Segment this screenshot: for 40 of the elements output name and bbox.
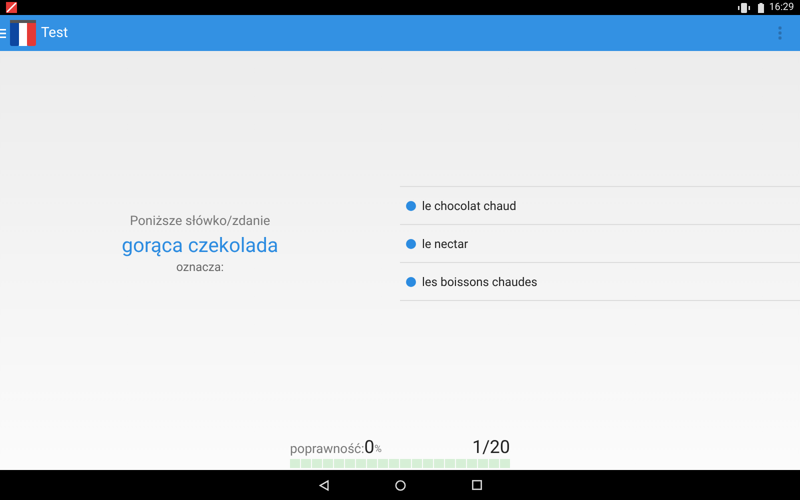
progress-segment xyxy=(378,459,388,468)
progress-segment xyxy=(389,459,400,468)
score-value: 0 xyxy=(364,438,374,458)
progress-segment xyxy=(323,459,334,468)
progress-segment xyxy=(466,459,477,468)
progress-segment xyxy=(400,459,411,468)
vibrate-icon xyxy=(738,2,750,12)
flag-icon xyxy=(10,20,36,46)
answer-option[interactable]: le chocolat chaud xyxy=(400,187,800,225)
question-suffix: oznacza: xyxy=(176,258,224,276)
progress-segment xyxy=(478,459,488,468)
progress-segment xyxy=(356,459,366,468)
progress-segment xyxy=(434,459,444,468)
recents-icon[interactable] xyxy=(472,480,482,490)
progress-segment xyxy=(444,459,455,468)
progress-segment xyxy=(301,459,312,468)
progress-segment xyxy=(456,459,466,468)
app-notification-icon xyxy=(6,2,17,13)
progress-segment xyxy=(500,459,510,468)
progress-segment xyxy=(488,459,499,468)
answer-option[interactable]: le nectar xyxy=(400,225,800,263)
clock: 16:29 xyxy=(769,1,794,15)
question-intro: Poniższe słówko/zdanie xyxy=(130,213,270,231)
progress-segment xyxy=(290,459,300,468)
home-icon[interactable] xyxy=(394,480,406,490)
menu-icon[interactable] xyxy=(0,28,6,38)
battery-icon xyxy=(758,2,764,12)
back-icon[interactable] xyxy=(318,480,328,490)
progress-segment xyxy=(367,459,378,468)
question-counter: 1/20 xyxy=(472,438,510,458)
question-word: gorąca czekolada xyxy=(122,232,278,258)
app-title: Test xyxy=(41,24,68,42)
score-unit: % xyxy=(374,443,382,457)
progress-segment xyxy=(422,459,433,468)
progress-segment xyxy=(312,459,322,468)
progress-segment xyxy=(345,459,356,468)
answer-option[interactable]: les boissons chaudes xyxy=(400,263,800,301)
progress-segment xyxy=(334,459,344,468)
score-label: poprawność: xyxy=(290,442,364,458)
progress-segment xyxy=(412,459,422,468)
